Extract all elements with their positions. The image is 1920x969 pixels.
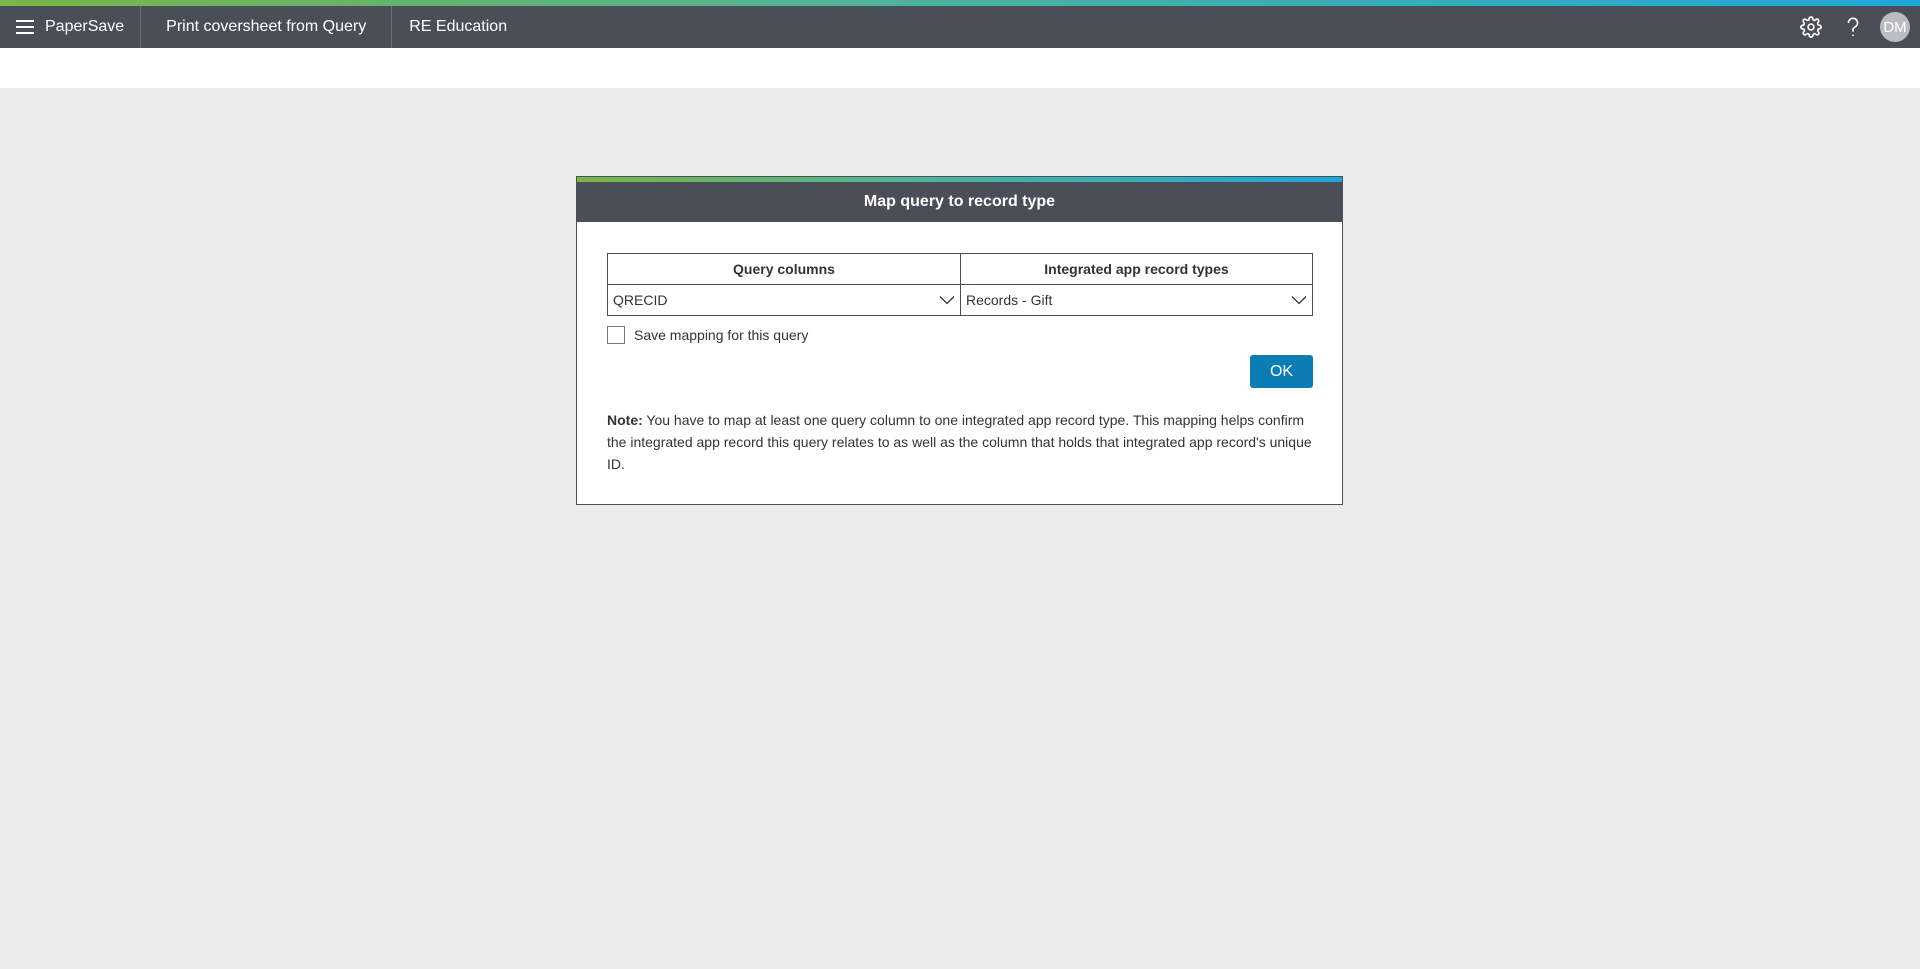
- table-header-row: Query columns Integrated app record type…: [607, 253, 1313, 285]
- toolbar-band: [0, 48, 1920, 88]
- ok-button[interactable]: OK: [1250, 355, 1313, 388]
- query-column-select[interactable]: QRECID: [608, 285, 960, 315]
- gear-icon: [1800, 16, 1822, 38]
- hamburger-menu-icon: [16, 20, 34, 34]
- query-columns-header: Query columns: [607, 253, 961, 285]
- map-query-dialog: Map query to record type Query columns I…: [576, 176, 1343, 505]
- app-brand[interactable]: PaperSave: [45, 6, 142, 48]
- record-type-select[interactable]: Records - Gift: [961, 285, 1312, 315]
- chevron-down-icon: [1291, 292, 1307, 308]
- save-mapping-checkbox[interactable]: [607, 326, 625, 344]
- save-mapping-label[interactable]: Save mapping for this query: [634, 327, 808, 343]
- query-column-value: QRECID: [613, 292, 668, 308]
- nav-re-education[interactable]: RE Education: [392, 6, 532, 48]
- topbar-actions: DM: [1796, 6, 1920, 48]
- note-body: You have to map at least one query colum…: [607, 412, 1312, 472]
- table-row: QRECID Records - Gift: [607, 284, 1313, 316]
- settings-button[interactable]: [1796, 12, 1826, 42]
- save-mapping-row: Save mapping for this query: [607, 326, 808, 344]
- chevron-down-icon: [939, 292, 955, 308]
- dialog-title: Map query to record type: [577, 182, 1342, 222]
- help-button[interactable]: [1838, 12, 1868, 42]
- record-type-value: Records - Gift: [966, 292, 1053, 308]
- mapping-table: Query columns Integrated app record type…: [607, 253, 1313, 316]
- note-label: Note:: [607, 412, 643, 428]
- user-avatar[interactable]: DM: [1880, 12, 1910, 42]
- top-navigation-bar: PaperSave Print coversheet from Query RE…: [0, 6, 1920, 48]
- help-icon: [1847, 17, 1859, 37]
- note-text: Note: You have to map at least one query…: [607, 409, 1313, 475]
- hamburger-menu-button[interactable]: [5, 6, 45, 48]
- query-column-cell: QRECID: [607, 284, 961, 316]
- record-type-cell: Records - Gift: [960, 284, 1313, 316]
- record-types-header: Integrated app record types: [960, 253, 1313, 285]
- nav-print-coversheet[interactable]: Print coversheet from Query: [141, 6, 393, 48]
